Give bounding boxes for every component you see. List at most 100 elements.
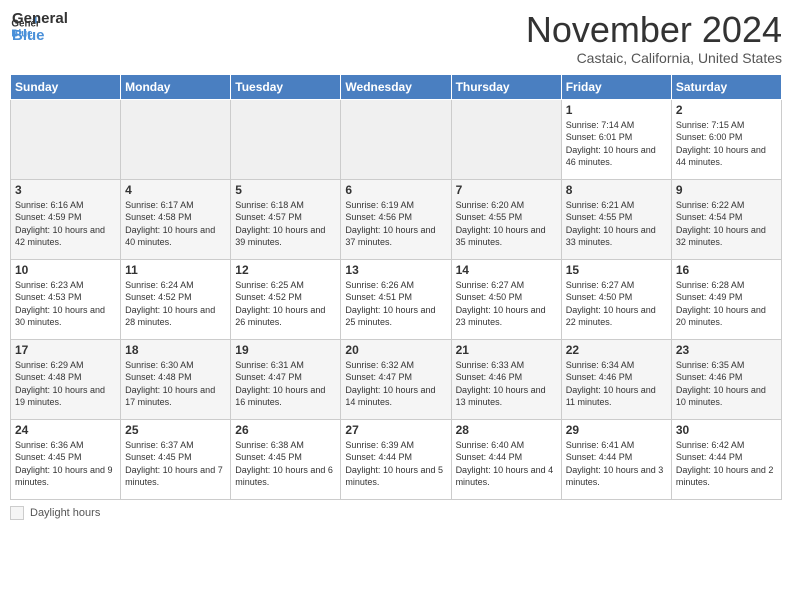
column-header-saturday: Saturday	[671, 74, 781, 99]
day-info: Sunrise: 6:16 AM Sunset: 4:59 PM Dayligh…	[15, 199, 116, 249]
footer: Daylight hours	[10, 506, 782, 520]
calendar-day: 1 Sunrise: 7:14 AM Sunset: 6:01 PM Daylig…	[561, 99, 671, 179]
calendar-day: 17 Sunrise: 6:29 AM Sunset: 4:48 PM Dayli…	[11, 339, 121, 419]
day-number: 16	[676, 263, 777, 277]
day-info: Sunrise: 6:25 AM Sunset: 4:52 PM Dayligh…	[235, 279, 336, 329]
calendar-day: 19 Sunrise: 6:31 AM Sunset: 4:47 PM Dayli…	[231, 339, 341, 419]
column-header-wednesday: Wednesday	[341, 74, 451, 99]
day-info: Sunrise: 6:24 AM Sunset: 4:52 PM Dayligh…	[125, 279, 226, 329]
calendar-day: 14 Sunrise: 6:27 AM Sunset: 4:50 PM Dayli…	[451, 259, 561, 339]
day-info: Sunrise: 6:20 AM Sunset: 4:55 PM Dayligh…	[456, 199, 557, 249]
day-number: 8	[566, 183, 667, 197]
day-info: Sunrise: 6:42 AM Sunset: 4:44 PM Dayligh…	[676, 439, 777, 489]
calendar-day: 6 Sunrise: 6:19 AM Sunset: 4:56 PM Daylig…	[341, 179, 451, 259]
day-info: Sunrise: 6:22 AM Sunset: 4:54 PM Dayligh…	[676, 199, 777, 249]
daylight-legend-label: Daylight hours	[30, 507, 100, 519]
calendar-day: 5 Sunrise: 6:18 AM Sunset: 4:57 PM Daylig…	[231, 179, 341, 259]
day-number: 20	[345, 343, 446, 357]
day-info: Sunrise: 6:37 AM Sunset: 4:45 PM Dayligh…	[125, 439, 226, 489]
day-info: Sunrise: 6:41 AM Sunset: 4:44 PM Dayligh…	[566, 439, 667, 489]
day-number: 30	[676, 423, 777, 437]
day-number: 15	[566, 263, 667, 277]
day-info: Sunrise: 6:36 AM Sunset: 4:45 PM Dayligh…	[15, 439, 116, 489]
calendar-day: 15 Sunrise: 6:27 AM Sunset: 4:50 PM Dayli…	[561, 259, 671, 339]
day-info: Sunrise: 6:30 AM Sunset: 4:48 PM Dayligh…	[125, 359, 226, 409]
calendar-day: 2 Sunrise: 7:15 AM Sunset: 6:00 PM Daylig…	[671, 99, 781, 179]
calendar-day: 20 Sunrise: 6:32 AM Sunset: 4:47 PM Dayli…	[341, 339, 451, 419]
calendar-day: 12 Sunrise: 6:25 AM Sunset: 4:52 PM Dayli…	[231, 259, 341, 339]
calendar-day: 29 Sunrise: 6:41 AM Sunset: 4:44 PM Dayli…	[561, 419, 671, 499]
daylight-legend-box	[10, 506, 24, 520]
day-number: 21	[456, 343, 557, 357]
calendar-day: 11 Sunrise: 6:24 AM Sunset: 4:52 PM Dayli…	[121, 259, 231, 339]
day-info: Sunrise: 6:32 AM Sunset: 4:47 PM Dayligh…	[345, 359, 446, 409]
day-info: Sunrise: 6:31 AM Sunset: 4:47 PM Dayligh…	[235, 359, 336, 409]
calendar-day	[341, 99, 451, 179]
day-number: 4	[125, 183, 226, 197]
logo-line2: Blue	[12, 28, 68, 45]
day-info: Sunrise: 7:15 AM Sunset: 6:00 PM Dayligh…	[676, 119, 777, 169]
day-info: Sunrise: 6:39 AM Sunset: 4:44 PM Dayligh…	[345, 439, 446, 489]
title-block: November 2024 Castaic, California, Unite…	[526, 10, 782, 66]
day-info: Sunrise: 6:35 AM Sunset: 4:46 PM Dayligh…	[676, 359, 777, 409]
day-number: 13	[345, 263, 446, 277]
day-number: 19	[235, 343, 336, 357]
calendar-week-1: 1 Sunrise: 7:14 AM Sunset: 6:01 PM Daylig…	[11, 99, 782, 179]
day-number: 9	[676, 183, 777, 197]
column-header-tuesday: Tuesday	[231, 74, 341, 99]
calendar-day: 27 Sunrise: 6:39 AM Sunset: 4:44 PM Dayli…	[341, 419, 451, 499]
day-number: 28	[456, 423, 557, 437]
day-info: Sunrise: 6:17 AM Sunset: 4:58 PM Dayligh…	[125, 199, 226, 249]
day-number: 14	[456, 263, 557, 277]
day-info: Sunrise: 6:23 AM Sunset: 4:53 PM Dayligh…	[15, 279, 116, 329]
calendar-day	[451, 99, 561, 179]
calendar-day: 23 Sunrise: 6:35 AM Sunset: 4:46 PM Dayli…	[671, 339, 781, 419]
calendar-day	[121, 99, 231, 179]
calendar-week-5: 24Sunrise: 6:36 AM Sunset: 4:45 PM Dayli…	[11, 419, 782, 499]
day-info: Sunrise: 6:27 AM Sunset: 4:50 PM Dayligh…	[456, 279, 557, 329]
day-number: 12	[235, 263, 336, 277]
column-header-monday: Monday	[121, 74, 231, 99]
day-info: Sunrise: 6:18 AM Sunset: 4:57 PM Dayligh…	[235, 199, 336, 249]
day-number: 6	[345, 183, 446, 197]
day-number: 7	[456, 183, 557, 197]
day-number: 27	[345, 423, 446, 437]
calendar-day: 28Sunrise: 6:40 AM Sunset: 4:44 PM Dayli…	[451, 419, 561, 499]
calendar-day	[231, 99, 341, 179]
day-number: 26	[235, 423, 336, 437]
calendar-table: SundayMondayTuesdayWednesdayThursdayFrid…	[10, 74, 782, 500]
calendar-week-3: 10Sunrise: 6:23 AM Sunset: 4:53 PM Dayli…	[11, 259, 782, 339]
day-number: 23	[676, 343, 777, 357]
calendar-day: 25Sunrise: 6:37 AM Sunset: 4:45 PM Dayli…	[121, 419, 231, 499]
column-header-friday: Friday	[561, 74, 671, 99]
calendar-day: 30 Sunrise: 6:42 AM Sunset: 4:44 PM Dayli…	[671, 419, 781, 499]
column-header-thursday: Thursday	[451, 74, 561, 99]
calendar-day: 24Sunrise: 6:36 AM Sunset: 4:45 PM Dayli…	[11, 419, 121, 499]
day-info: Sunrise: 6:19 AM Sunset: 4:56 PM Dayligh…	[345, 199, 446, 249]
day-info: Sunrise: 7:14 AM Sunset: 6:01 PM Dayligh…	[566, 119, 667, 169]
calendar-day: 9 Sunrise: 6:22 AM Sunset: 4:54 PM Daylig…	[671, 179, 781, 259]
logo-line1: General	[12, 11, 68, 28]
day-number: 18	[125, 343, 226, 357]
calendar-header-row: SundayMondayTuesdayWednesdayThursdayFrid…	[11, 74, 782, 99]
calendar-day: 8 Sunrise: 6:21 AM Sunset: 4:55 PM Daylig…	[561, 179, 671, 259]
calendar-day: 13Sunrise: 6:26 AM Sunset: 4:51 PM Dayli…	[341, 259, 451, 339]
day-info: Sunrise: 6:29 AM Sunset: 4:48 PM Dayligh…	[15, 359, 116, 409]
day-number: 2	[676, 103, 777, 117]
day-info: Sunrise: 6:34 AM Sunset: 4:46 PM Dayligh…	[566, 359, 667, 409]
day-number: 11	[125, 263, 226, 277]
calendar-week-4: 17 Sunrise: 6:29 AM Sunset: 4:48 PM Dayli…	[11, 339, 782, 419]
day-info: Sunrise: 6:33 AM Sunset: 4:46 PM Dayligh…	[456, 359, 557, 409]
calendar-day: 18 Sunrise: 6:30 AM Sunset: 4:48 PM Dayli…	[121, 339, 231, 419]
calendar-day: 10Sunrise: 6:23 AM Sunset: 4:53 PM Dayli…	[11, 259, 121, 339]
day-number: 29	[566, 423, 667, 437]
calendar-day: 16Sunrise: 6:28 AM Sunset: 4:49 PM Dayli…	[671, 259, 781, 339]
calendar-day: 7 Sunrise: 6:20 AM Sunset: 4:55 PM Daylig…	[451, 179, 561, 259]
day-info: Sunrise: 6:38 AM Sunset: 4:45 PM Dayligh…	[235, 439, 336, 489]
day-info: Sunrise: 6:21 AM Sunset: 4:55 PM Dayligh…	[566, 199, 667, 249]
calendar-week-2: 3Sunrise: 6:16 AM Sunset: 4:59 PM Daylig…	[11, 179, 782, 259]
day-number: 1	[566, 103, 667, 117]
day-number: 17	[15, 343, 116, 357]
day-number: 5	[235, 183, 336, 197]
day-info: Sunrise: 6:27 AM Sunset: 4:50 PM Dayligh…	[566, 279, 667, 329]
